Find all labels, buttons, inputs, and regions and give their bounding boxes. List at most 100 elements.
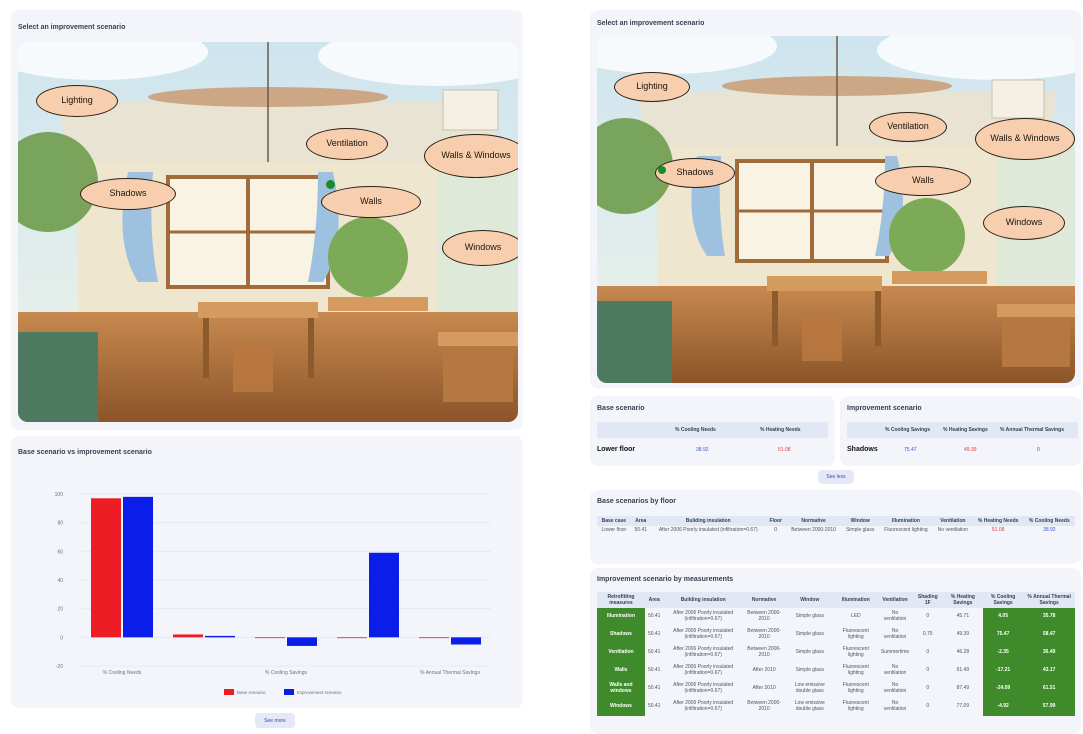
cell-building-insulation: After 2006 Poorly insulated (infiltratio…	[673, 664, 734, 676]
right-walls-bubble[interactable]: Walls	[875, 166, 971, 196]
y-tick-label: 80	[57, 521, 63, 527]
bar	[419, 637, 449, 639]
left-lighting-bubble[interactable]: Lighting	[36, 85, 118, 117]
cell-annual-thermal-savings: 35.78	[1023, 608, 1075, 626]
bar	[451, 637, 481, 645]
cell-shading-1f: 0	[926, 667, 930, 674]
left-chart-card: Base scenario vs improvement scenario 10…	[11, 436, 523, 708]
right-walls-windows-bubble[interactable]: Walls & Windows	[975, 118, 1075, 160]
bar	[91, 498, 121, 638]
right-shadows-bubble[interactable]: Shadows	[655, 158, 735, 188]
base-header-cooling: % Cooling Needs	[675, 427, 716, 433]
cell-area: 50.41	[647, 667, 661, 674]
cell-window: Simple glass	[845, 527, 875, 533]
x-tick-label: % Annual Thermal Savings	[420, 670, 480, 676]
cell-ventilation: Summertime	[880, 649, 910, 656]
cell-heating-savings: 87.49	[956, 685, 970, 692]
by-floor-title: Base scenarios by floor	[597, 498, 676, 505]
cell-retrofitting-measures: Illumination	[597, 608, 645, 626]
improvement-header-cooling: % Cooling Savings	[885, 427, 931, 433]
cell-heating-savings: 49.39	[956, 631, 970, 638]
comparison-bar-chart: 100 80 60 40 20 0 -20 % Cooling Needs % Cooling …	[55, 492, 491, 695]
cell-normative: Between 2000-2010	[791, 527, 836, 533]
improvement-heating-value: 49.39	[964, 447, 977, 453]
cell-window: Simple glass	[795, 667, 824, 674]
left-ventilation-bubble[interactable]: Ventilation	[306, 128, 388, 160]
improvement-scenario-card: Improvement scenario % Cooling Savings %…	[840, 396, 1081, 466]
improvement-header-annual: % Annual Thermal Savings	[1000, 427, 1064, 433]
cell-illumination: Fluorescent lighting	[842, 700, 869, 712]
improvement-row-label: Shadows	[847, 446, 878, 453]
header-normative: Normative	[801, 518, 826, 524]
cell-shading-1f: 0.75	[922, 631, 933, 638]
cell-ventilation: No ventilation	[883, 682, 907, 694]
cell-ventilation: No ventilation	[883, 610, 907, 622]
right-lighting-bubble[interactable]: Lighting	[614, 72, 690, 102]
table-row: Shadows 50.41 After 2006 Poorly insulated …	[597, 626, 1075, 644]
cell-normative: After 2010	[752, 685, 776, 692]
header-window: Window	[800, 597, 820, 603]
cell-annual-thermal-savings: 57.99	[1023, 698, 1075, 716]
by-measurements-title: Improvement scenario by measurements	[597, 576, 734, 583]
base-cooling-value: 38.92	[696, 447, 709, 453]
table-row: Illumination 50.41 After 2006 Poorly insul…	[597, 608, 1075, 626]
y-tick-label: -20	[56, 664, 63, 670]
base-scenario-title: Base scenario	[597, 405, 645, 412]
left-scenario-card: Select an improvement scenario Lighting …	[11, 10, 523, 430]
right-windows-bubble[interactable]: Windows	[983, 206, 1065, 240]
left-windows-bubble[interactable]: Windows	[442, 230, 518, 266]
improvement-scenario-title: Improvement scenario	[847, 405, 922, 412]
cell-area: 50.41	[634, 527, 647, 533]
right-ventilation-bubble[interactable]: Ventilation	[869, 112, 947, 142]
cell-cooling-savings: -24.09	[982, 680, 1024, 698]
left-walls-bubble[interactable]: Walls	[321, 186, 421, 218]
y-tick-label: 20	[57, 607, 63, 613]
cell-illumination: LED	[850, 613, 861, 620]
table-row: Lower floor 50.41 After 2006 Poorly insu…	[597, 526, 1075, 536]
left-scenario-title: Select an improvement scenario	[18, 24, 126, 31]
cell-area: 50.41	[647, 631, 661, 638]
bar	[123, 496, 153, 638]
x-tick-label: % Cooling Needs	[103, 670, 142, 676]
cell-annual-thermal-savings: 61.51	[1023, 680, 1075, 698]
y-tick-label: 0	[60, 635, 63, 641]
improvement-annual-value: 0	[1037, 447, 1040, 453]
header-area: Area	[635, 518, 647, 524]
by-measurements-header-row: Retrofitting measures Area Building insula…	[597, 592, 1075, 608]
by-measurements-table: Retrofitting measures Area Building insula…	[597, 592, 1075, 716]
cell-shading-1f: 0	[926, 703, 930, 710]
y-tick-label: 60	[57, 549, 63, 555]
header-floor: Floor	[769, 518, 782, 524]
cell-retrofitting-measures: Ventilation	[597, 644, 645, 662]
header-window: Window	[850, 518, 870, 524]
cell-annual-thermal-savings: 58.47	[1023, 626, 1075, 644]
left-see-more-button[interactable]: See more	[255, 713, 295, 728]
cell-illumination: Fluorescent lighting	[884, 527, 928, 533]
see-less-button[interactable]: See less	[818, 470, 854, 484]
right-selection-dot	[658, 166, 666, 174]
header-ventilation: Ventilation	[940, 518, 966, 524]
left-walls-windows-bubble[interactable]: Walls & Windows	[424, 134, 518, 178]
improvement-header-heating: % Heating Savings	[943, 427, 988, 433]
legend-swatch	[224, 689, 234, 695]
cell-cooling-savings: 75.47	[982, 626, 1024, 644]
cell-window: Simple glass	[795, 631, 824, 638]
cell-normative: Between 2000-2010	[747, 610, 781, 622]
header-base-case: Base case	[601, 518, 627, 524]
y-tick-label: 40	[57, 578, 63, 584]
by-floor-card: Base scenarios by floor Base case Area B…	[590, 490, 1081, 564]
cell-building-insulation: After 2006 Poorly insulated (infiltratio…	[673, 682, 734, 694]
cell-retrofitting-measures: Walls	[597, 662, 645, 680]
cell-annual-thermal-savings: 36.49	[1023, 644, 1075, 662]
cell-area: 50.41	[647, 613, 661, 620]
left-shadows-bubble[interactable]: Shadows	[80, 178, 176, 210]
right-classroom-illustration: Lighting Ventilation Walls & Windows Sha…	[597, 36, 1075, 383]
improvement-cooling-value: 75.47	[904, 447, 917, 453]
header-normative: Normative	[751, 597, 777, 603]
cell-normative: Between 2000-2010	[747, 646, 781, 658]
cell-building-insulation: After 2006 Poorly insulated (infiltratio…	[673, 646, 734, 658]
cell-base-case: Lower floor	[601, 527, 627, 533]
cell-shading-1f: 0	[926, 685, 930, 692]
cell-shading-1f: 0	[926, 649, 930, 656]
cell-ventilation: No ventilation	[883, 628, 907, 640]
